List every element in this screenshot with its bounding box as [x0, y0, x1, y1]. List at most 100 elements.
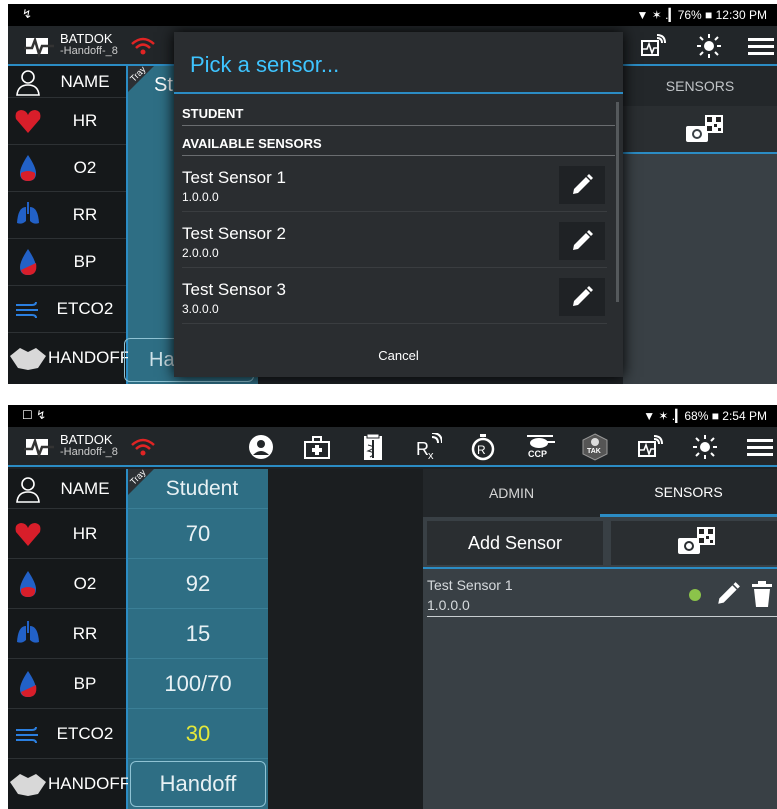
pencil-icon: [573, 174, 593, 194]
vital-row-handoff: HANDOFF: [8, 759, 130, 809]
wifi-icon: [131, 438, 155, 456]
tab-admin[interactable]: ADMIN: [423, 469, 600, 517]
tak-icon[interactable]: TAK: [580, 433, 610, 461]
user-icon[interactable]: [246, 433, 276, 461]
breath-wind-icon: [16, 301, 38, 319]
sensor-signal-icon[interactable]: [635, 433, 665, 461]
vital-label-hr: HR: [72, 111, 98, 130]
stopwatch-icon[interactable]: R: [468, 433, 498, 461]
cancel-button[interactable]: Cancel: [174, 335, 623, 377]
status-bar: ↯ ▼ ✶ .▎76% ■ 12:30 PM: [8, 4, 777, 26]
status-left: ↯: [22, 7, 33, 21]
sensor-name: Test Sensor 1: [182, 168, 286, 187]
brand-name: BATDOK: [60, 31, 113, 46]
delete-sensor-icon[interactable]: [751, 581, 773, 607]
sensor-list-item[interactable]: Test Sensor 2 2.0.0.0: [182, 212, 607, 268]
vital-label-rr: RR: [72, 623, 98, 643]
edit-sensor-button[interactable]: [559, 222, 605, 260]
ccp-helicopter-icon[interactable]: CCP: [523, 433, 557, 461]
screenshot-bottom: ☐ ↯ ▼ ✶ .▎68% ■ 2:54 PM BATDOK -Handoff-…: [8, 405, 777, 809]
caduceus-icon[interactable]: [358, 433, 388, 461]
brand: BATDOK -Handoff-_8: [60, 433, 118, 459]
vital-row-o2: O2: [8, 559, 126, 609]
brand-sub: -Handoff-_8: [60, 45, 118, 57]
menu-icon[interactable]: [746, 32, 776, 60]
sensor-list-item[interactable]: Test Sensor 3 3.0.0.0: [182, 268, 607, 324]
bp-drop-icon: [20, 670, 37, 697]
handoff-button[interactable]: Handoff: [130, 761, 266, 807]
vital-label-rr: RR: [72, 205, 98, 224]
person-icon: [16, 476, 40, 503]
tak-label: TAK: [587, 448, 601, 455]
right-panel: ADMIN SENSORS Add Sensor Test Sensor 1 1…: [423, 469, 777, 809]
status-left: ☐ ↯: [22, 408, 47, 422]
vital-label-o2: O2: [73, 158, 97, 177]
svg-text:R: R: [477, 443, 486, 457]
sensor-signal-icon[interactable]: [638, 32, 668, 60]
add-sensor-button[interactable]: Add Sensor: [427, 521, 603, 565]
person-icon: [16, 69, 40, 96]
wifi-icon: [131, 37, 155, 55]
vital-row-name: NAME: [8, 66, 126, 98]
medical-kit-icon[interactable]: [302, 433, 332, 461]
dialog-title: Pick a sensor...: [174, 32, 623, 94]
brand: BATDOK -Handoff-_8: [60, 32, 118, 58]
qr-camera-icon: [686, 115, 723, 142]
status-right: ▼ ✶ .▎76% ■ 12:30 PM: [636, 8, 767, 22]
vital-label-name: NAME: [60, 478, 110, 498]
right-panel-partial: SENSORS: [623, 66, 777, 384]
edit-sensor-button[interactable]: [559, 278, 605, 316]
student-header[interactable]: Student: [128, 469, 268, 509]
divider: [423, 567, 777, 569]
qr-camera-button-partial[interactable]: [623, 106, 777, 154]
vitals-column: NAME HR O2 RR BP ETCO2 HANDOFF: [8, 66, 130, 384]
pencil-icon: [573, 230, 593, 250]
sensor-version: 2.0.0.0: [182, 246, 219, 260]
vital-row-handoff: HANDOFF: [8, 333, 130, 383]
edit-sensor-button[interactable]: [559, 166, 605, 204]
vital-label-name: NAME: [60, 71, 110, 91]
ccp-label: CCP: [528, 449, 548, 459]
handshake-icon: [10, 774, 46, 796]
rx-icon[interactable]: Rx: [413, 433, 443, 461]
qr-camera-button[interactable]: [611, 521, 777, 565]
vital-label-bp: BP: [73, 252, 97, 271]
edit-sensor-icon[interactable]: [715, 581, 741, 607]
tab-sensors[interactable]: SENSORS: [600, 469, 777, 517]
bp-drop-icon: [20, 249, 37, 275]
pick-sensor-dialog: Pick a sensor... STUDENT AVAILABLE SENSO…: [174, 32, 623, 377]
sensor-list-item[interactable]: Test Sensor 1 1.0.0.0: [182, 156, 607, 212]
vital-row-bp: BP: [8, 659, 126, 709]
pencil-icon: [573, 286, 593, 306]
batdok-logo-icon: [24, 437, 54, 459]
sensor-name: Test Sensor 1: [427, 577, 513, 593]
tab-sensors-partial[interactable]: SENSORS: [623, 66, 777, 106]
vital-label-o2: O2: [73, 573, 97, 593]
brightness-icon[interactable]: [690, 433, 720, 461]
sensor-row[interactable]: Test Sensor 1 1.0.0.0: [427, 573, 777, 617]
student-column: Tray Student 70 92 15 100/70 30 Handoff: [128, 467, 268, 809]
sensor-version: 1.0.0.0: [182, 190, 219, 204]
vital-row-etco2: ETCO2: [8, 286, 126, 333]
sensor-version: 3.0.0.0: [182, 302, 219, 316]
screenshot-top: ↯ ▼ ✶ .▎76% ■ 12:30 PM BATDOK -Handoff-_…: [8, 4, 777, 384]
brightness-icon[interactable]: [694, 32, 724, 60]
vital-label-etco2: ETCO2: [56, 723, 114, 743]
blood-drop-icon: [20, 155, 36, 181]
status-bar: ☐ ↯ ▼ ✶ .▎68% ■ 2:54 PM: [8, 405, 777, 427]
vital-row-hr: HR: [8, 98, 126, 145]
vital-label-etco2: ETCO2: [56, 299, 114, 318]
vital-label-hr: HR: [72, 523, 98, 543]
dialog-scrollbar[interactable]: [616, 102, 619, 302]
vital-row-etco2: ETCO2: [8, 709, 126, 759]
vital-row-bp: BP: [8, 239, 126, 286]
value-hr: 70: [128, 509, 268, 559]
value-etco2: 30: [128, 709, 268, 759]
vital-row-o2: O2: [8, 145, 126, 192]
vital-row-rr: RR: [8, 192, 126, 239]
heart-icon: [15, 522, 41, 546]
batdok-logo-icon: [24, 36, 54, 58]
menu-icon[interactable]: [745, 433, 775, 461]
sensor-status-dot: [689, 589, 701, 601]
value-o2: 92: [128, 559, 268, 609]
